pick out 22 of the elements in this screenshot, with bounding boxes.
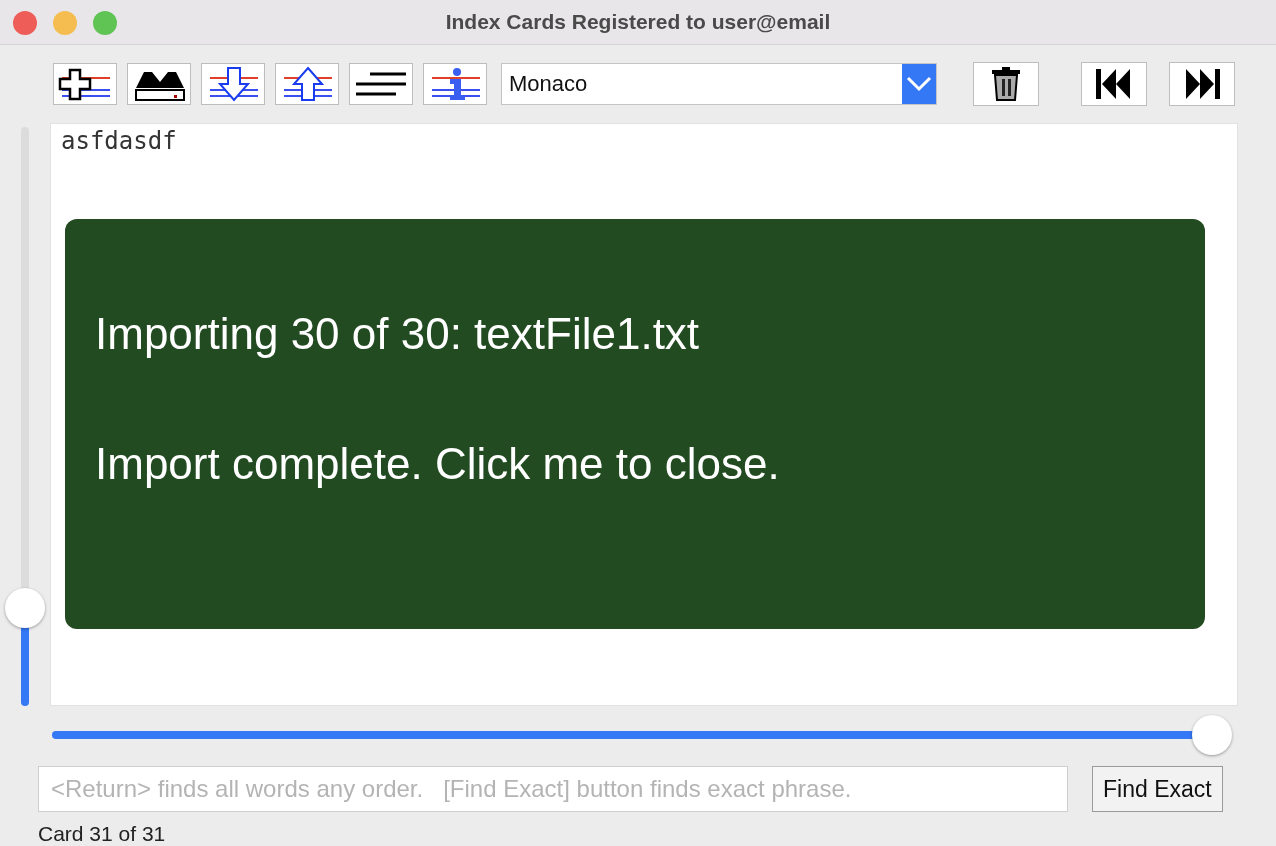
import-notice[interactable]: Importing 30 of 30: textFile1.txt Import complete. Click me to close. bbox=[65, 219, 1205, 629]
notice-text: Importing 30 of 30: textFile1.txt bbox=[95, 308, 701, 360]
toolbar-button[interactable] bbox=[53, 63, 117, 105]
window-title: Index Cards Registered to user@email bbox=[445, 10, 831, 34]
toolbar-button[interactable] bbox=[201, 63, 265, 105]
card-text-area[interactable]: asfdasdf Importing 30 of 30: textFile1.txt Import complete. Click me to close. bbox=[50, 123, 1238, 706]
slider-thumb[interactable] bbox=[1192, 715, 1232, 755]
chevron-down-icon bbox=[902, 64, 936, 104]
first-card-button[interactable] bbox=[1081, 62, 1147, 106]
slider-thumb[interactable] bbox=[5, 587, 45, 628]
delete-button[interactable] bbox=[973, 62, 1039, 106]
close-icon[interactable] bbox=[13, 11, 37, 35]
find-exact-button[interactable]: Find Exact bbox=[1092, 766, 1223, 812]
toolbar-button[interactable] bbox=[349, 63, 413, 105]
status-text: Card 31 of 31 bbox=[37, 821, 167, 846]
toolbar-button[interactable] bbox=[127, 63, 191, 105]
font-dropdown[interactable]: Monaco bbox=[501, 63, 937, 105]
last-card-button[interactable] bbox=[1169, 62, 1235, 106]
toolbar-button[interactable] bbox=[275, 63, 339, 105]
notice-text: Import complete. Click me to close. bbox=[95, 438, 781, 490]
card-text: asfdasdf bbox=[60, 126, 178, 157]
search-field[interactable]: <Return> finds all words any order. [Find Exact] button finds exact phrase. bbox=[38, 766, 1068, 812]
